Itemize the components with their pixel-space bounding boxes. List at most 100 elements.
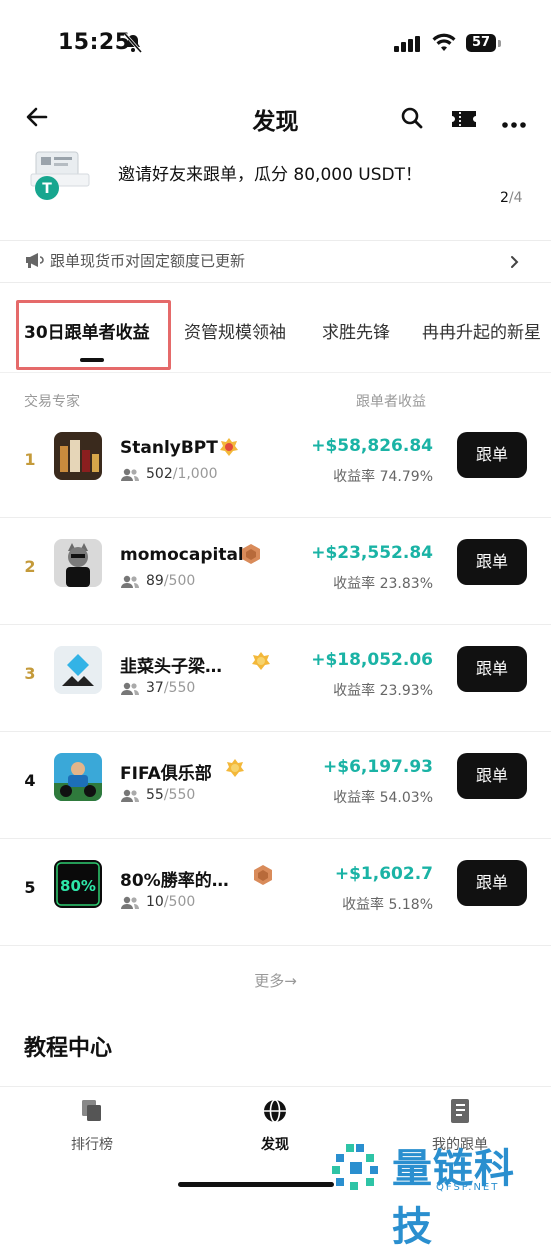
watermark-text: 量链科技 xyxy=(392,1146,515,1250)
search-icon[interactable] xyxy=(400,106,424,134)
avatar[interactable] xyxy=(54,646,102,694)
follower-count: 37/550 xyxy=(146,680,195,696)
avatar[interactable] xyxy=(54,432,102,480)
notebook-icon xyxy=(451,1099,469,1123)
tab-highlight-box xyxy=(16,300,171,370)
nav-leaderboard[interactable]: 排行榜 xyxy=(32,1098,152,1154)
roi: 收益率 23.93% xyxy=(333,680,433,700)
trader-row[interactable]: 1 StanlyBPT 502/1,000 +$58,826.84 收益率 74… xyxy=(0,412,551,518)
follower-pnl: +$23,552.84 xyxy=(311,543,433,563)
gold-badge-icon xyxy=(250,650,272,672)
follower-pnl: +$1,602.7 xyxy=(334,864,433,884)
roi-label: 收益率 xyxy=(333,790,376,806)
tab-win-pioneers[interactable]: 求胜先锋 xyxy=(322,318,390,343)
divider xyxy=(0,838,551,839)
more-icon[interactable] xyxy=(502,114,526,133)
follower-count: 55/550 xyxy=(146,787,195,803)
trader-row[interactable]: 5 80% 80%勝率的… 10/500 +$1,602.7 收益率 5.18%… xyxy=(0,840,551,946)
banner-illustration[interactable]: T xyxy=(30,150,92,202)
avatar[interactable] xyxy=(54,539,102,587)
follower-count: 89/500 xyxy=(146,573,195,589)
roi: 收益率 54.03% xyxy=(333,787,433,807)
roi-value: 23.83% xyxy=(379,576,433,592)
follow-button[interactable]: 跟单 xyxy=(457,860,527,906)
rank-number: 3 xyxy=(24,664,36,683)
nav-discover[interactable]: 发现 xyxy=(215,1098,335,1154)
followers-current: 55 xyxy=(146,787,164,803)
divider xyxy=(0,624,551,625)
divider xyxy=(0,945,551,946)
roi-value: 5.18% xyxy=(388,897,433,913)
rank-number: 2 xyxy=(24,557,36,576)
followers-icon xyxy=(120,788,140,807)
followers-icon xyxy=(120,574,140,593)
followers-icon xyxy=(120,895,140,914)
nav-label: 排行榜 xyxy=(71,1137,113,1153)
banner-pagination: 2/4 xyxy=(500,190,523,206)
bronze-badge-icon xyxy=(252,864,274,886)
follow-button[interactable]: 跟单 xyxy=(457,432,527,478)
battery-tip xyxy=(498,40,501,47)
bell-muted-icon xyxy=(122,33,144,57)
avatar[interactable]: 80% xyxy=(54,860,102,908)
trader-row[interactable]: 2 momocapital 89/500 +$23,552.84 收益率 23.… xyxy=(0,519,551,625)
trader-name: 韭菜头子梁… xyxy=(120,657,222,677)
followers-current: 502 xyxy=(146,466,173,482)
followers-cap: /1,000 xyxy=(172,466,218,482)
follower-count: 502/1,000 xyxy=(146,466,218,482)
followers-icon xyxy=(120,681,140,700)
follow-button[interactable]: 跟单 xyxy=(457,539,527,585)
notice-text[interactable]: 跟单现货币对固定额度已更新 xyxy=(50,250,245,271)
followers-cap: /550 xyxy=(163,680,196,696)
followers-icon xyxy=(120,467,140,486)
roi: 收益率 5.18% xyxy=(342,894,433,914)
follower-count: 10/500 xyxy=(146,894,195,910)
roi-label: 收益率 xyxy=(333,576,376,592)
follower-pnl: +$18,052.06 xyxy=(311,650,433,670)
trader-row[interactable]: 3 韭菜头子梁… 37/550 +$18,052.06 收益率 23.93% 跟… xyxy=(0,626,551,732)
more-link[interactable]: 更多→ xyxy=(0,970,551,991)
roi-value: 74.79% xyxy=(379,469,433,485)
banner-text[interactable]: 邀请好友来跟单，瓜分 80,000 USDT！ xyxy=(118,160,422,185)
svg-text:T: T xyxy=(42,181,52,197)
megaphone-icon xyxy=(24,251,44,273)
divider xyxy=(0,1086,551,1087)
tutorial-section-title: 教程中心 xyxy=(24,1036,113,1061)
trader-name: 80%勝率的… xyxy=(120,871,229,891)
followers-cap: /550 xyxy=(163,787,196,803)
follower-pnl: +$58,826.84 xyxy=(311,436,433,456)
ticket-icon[interactable] xyxy=(451,109,477,133)
divider xyxy=(0,282,551,283)
status-time: 15:25 xyxy=(58,30,131,55)
cellular-signal-icon xyxy=(394,36,422,56)
avatar[interactable] xyxy=(54,753,102,801)
roi: 收益率 23.83% xyxy=(333,573,433,593)
divider xyxy=(0,731,551,732)
trader-row[interactable]: 4 FIFA俱乐部 55/550 +$6,197.93 收益率 54.03% 跟… xyxy=(0,733,551,839)
banner-page-total: /4 xyxy=(508,190,523,206)
chevron-right-icon[interactable] xyxy=(510,254,520,273)
home-indicator xyxy=(178,1182,334,1187)
divider xyxy=(0,240,551,241)
follow-button[interactable]: 跟单 xyxy=(457,753,527,799)
followers-current: 37 xyxy=(146,680,164,696)
trader-name: momocapital xyxy=(120,545,244,565)
divider xyxy=(0,372,551,373)
tab-rising-stars[interactable]: 冉冉升起的新星 xyxy=(422,318,541,343)
svg-text:80%: 80% xyxy=(60,877,96,895)
divider xyxy=(0,517,551,518)
follow-button[interactable]: 跟单 xyxy=(457,646,527,692)
roi-label: 收益率 xyxy=(333,469,376,485)
column-header-expert: 交易专家 xyxy=(24,394,80,410)
rank-number: 4 xyxy=(24,771,36,790)
bronze-badge-icon xyxy=(240,543,262,565)
wifi-icon xyxy=(432,33,456,57)
followers-cap: /500 xyxy=(163,894,196,910)
trader-name: FIFA俱乐部 xyxy=(120,764,212,784)
roi-value: 54.03% xyxy=(379,790,433,806)
banner-page-current: 2 xyxy=(500,190,509,206)
column-header-profit: 跟单者收益 xyxy=(356,394,426,410)
tab-aum-leaders[interactable]: 资管规模领袖 xyxy=(184,318,286,343)
followers-cap: /500 xyxy=(163,573,196,589)
watermark-logo-icon xyxy=(330,1142,386,1198)
